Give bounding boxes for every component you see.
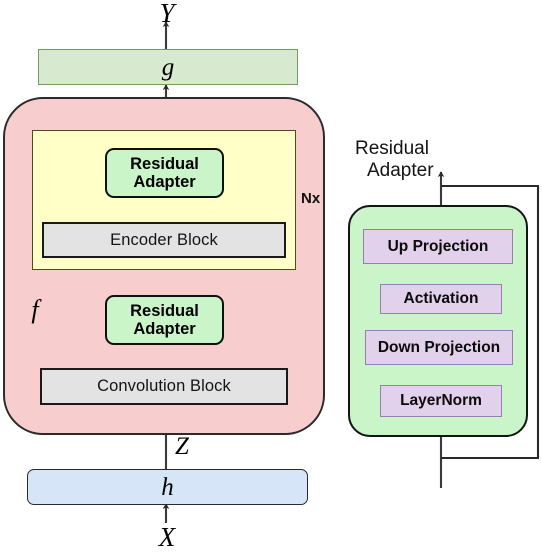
convolution-block[interactable]: Convolution Block: [40, 368, 288, 405]
residual-adapter-mid-line2: Adapter: [133, 320, 196, 338]
layernorm-block[interactable]: LayerNorm: [380, 385, 502, 417]
function-h-label: h: [161, 473, 174, 501]
residual-adapter-top[interactable]: Residual Adapter: [105, 148, 224, 198]
encoder-block[interactable]: Encoder Block: [42, 222, 286, 258]
residual-adapter-top-line2: Adapter: [133, 173, 196, 191]
residual-adapter-panel-title: Residual Adapter: [355, 138, 475, 183]
residual-adapter-panel-title-line2: Adapter: [367, 160, 434, 182]
input-label-x: X: [158, 522, 176, 552]
up-projection-block[interactable]: Up Projection: [363, 229, 513, 264]
down-projection-block[interactable]: Down Projection: [365, 330, 513, 365]
latent-label-z: Z: [175, 433, 189, 460]
function-h-bar: h: [27, 469, 308, 505]
residual-adapter-panel-title-line1: Residual: [355, 138, 429, 159]
output-label-y: Y: [159, 0, 175, 28]
figure-canvas: Y g f Nx Residual Adapter Encoder Block …: [0, 0, 542, 556]
residual-adapter-mid-line1: Residual: [130, 301, 199, 320]
activation-block[interactable]: Activation: [380, 284, 502, 314]
residual-adapter-top-line1: Residual: [130, 154, 199, 173]
function-f-label: f: [31, 295, 39, 324]
function-g-label: g: [161, 53, 175, 81]
function-g-bar: g: [38, 49, 298, 85]
residual-adapter-mid[interactable]: Residual Adapter: [105, 295, 224, 345]
repeat-count-label: Nx: [301, 190, 321, 207]
